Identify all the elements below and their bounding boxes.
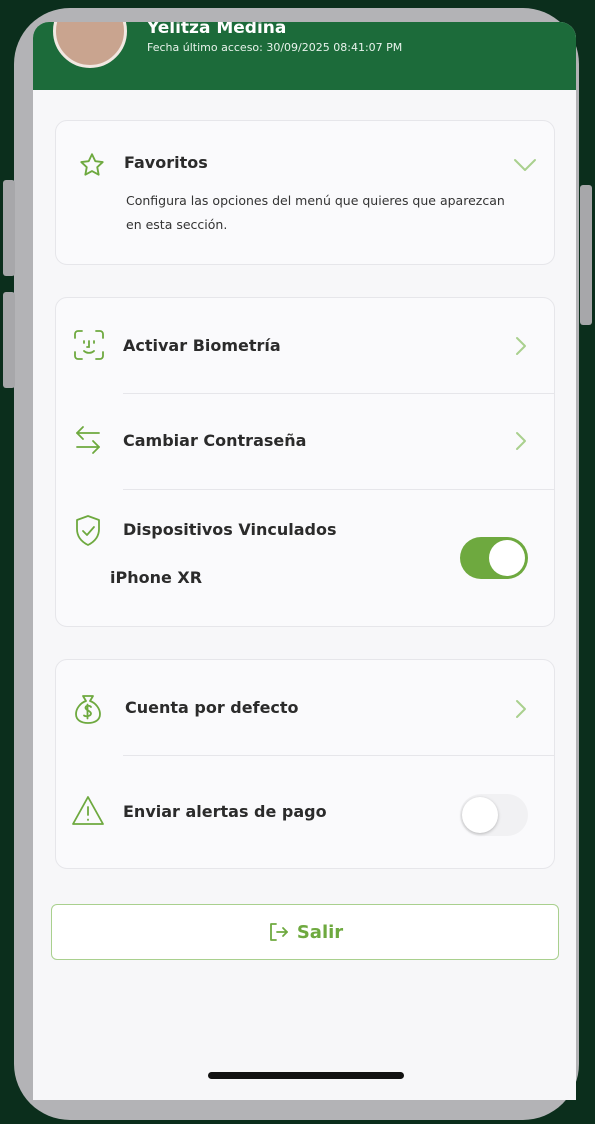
default-account-row[interactable]: Cuenta por defecto — [56, 660, 554, 755]
default-account-label: Cuenta por defecto — [125, 698, 299, 717]
silent-switch — [3, 180, 15, 276]
biometrics-label: Activar Biometría — [123, 336, 281, 355]
home-indicator — [208, 1072, 404, 1079]
avatar[interactable] — [53, 22, 127, 68]
favorites-description: Configura las opciones del menú que quie… — [126, 193, 505, 232]
money-bag-icon — [75, 695, 101, 724]
change-password-label: Cambiar Contraseña — [123, 431, 307, 450]
last-access-text: Fecha último acceso: 30/09/2025 08:41:07… — [147, 41, 403, 54]
profile-header: Yelitza Medina Fecha último acceso: 30/0… — [33, 22, 576, 90]
shield-check-icon — [76, 515, 100, 546]
device-name: iPhone XR — [110, 568, 203, 587]
change-password-row[interactable]: Cambiar Contraseña — [56, 394, 554, 489]
toggle-knob — [489, 540, 525, 576]
payment-alerts-row: Enviar alertas de pago — [56, 756, 554, 868]
security-card: Activar Biometría Cambiar Contraseña Dis… — [55, 297, 555, 627]
swap-arrows-icon — [76, 426, 100, 454]
logout-button[interactable]: Salir — [51, 904, 559, 960]
chevron-right-icon — [516, 432, 526, 450]
account-card: Cuenta por defecto Enviar alertas de pag… — [55, 659, 555, 869]
face-id-icon — [74, 330, 104, 360]
chevron-right-icon — [516, 700, 526, 718]
chevron-right-icon — [516, 337, 526, 355]
biometrics-row[interactable]: Activar Biometría — [56, 298, 554, 393]
chevron-down-icon[interactable] — [512, 157, 538, 173]
favorites-title: Favoritos — [124, 153, 208, 172]
favorites-card[interactable]: Favoritos Configura las opciones del men… — [55, 120, 555, 265]
app-screen: Yelitza Medina Fecha último acceso: 30/0… — [33, 22, 576, 1100]
user-name: Yelitza Medina — [147, 22, 287, 38]
payment-alerts-label: Enviar alertas de pago — [123, 802, 327, 821]
linked-devices-label: Dispositivos Vinculados — [123, 520, 337, 539]
logout-icon — [269, 923, 288, 941]
linked-devices-row: Dispositivos Vinculados iPhone XR — [56, 490, 554, 626]
payment-alerts-toggle[interactable] — [460, 794, 528, 836]
toggle-knob — [462, 797, 498, 833]
warning-icon — [72, 796, 104, 825]
volume-button — [3, 292, 15, 388]
star-icon — [80, 153, 104, 176]
logout-label: Salir — [296, 921, 344, 943]
power-button — [580, 185, 592, 325]
linked-devices-toggle[interactable] — [460, 537, 528, 579]
